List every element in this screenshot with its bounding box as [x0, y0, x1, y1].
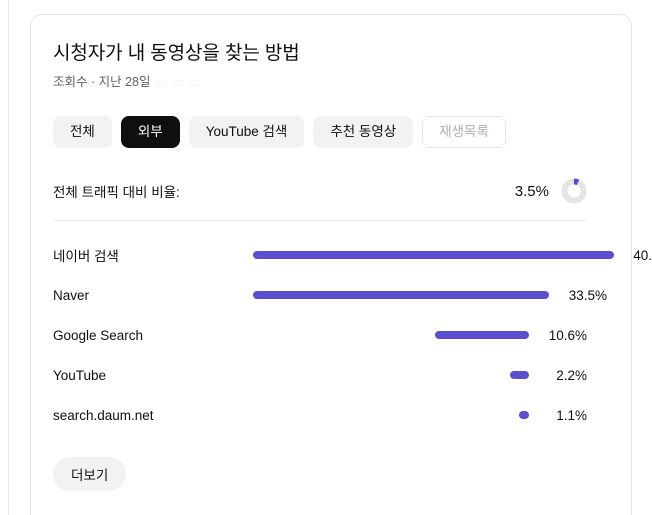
traffic-source-label: YouTube	[53, 367, 107, 383]
traffic-source-label: Google Search	[53, 327, 144, 343]
traffic-source-row: 네이버 검색 40.8%	[53, 235, 652, 275]
traffic-source-label: search.daum.net	[53, 407, 154, 423]
card-content: 시청자가 내 동영상을 찾는 방법 조회수 · 지난 28일 ▭ ▭ ▭ 전체 …	[31, 15, 652, 491]
traffic-source-percent: 1.1%	[556, 407, 587, 423]
chip-playlists: 재생목록	[422, 116, 506, 148]
page-gutter-line	[8, 0, 9, 515]
traffic-source-label: 네이버 검색	[53, 249, 119, 264]
total-traffic-row: 전체 트래픽 대비 비율: 3.5%	[53, 178, 609, 204]
card-subtitle-text: 조회수 · 지난 28일	[53, 75, 151, 89]
filter-chip-row: 전체 외부 YouTube 검색 추천 동영상 재생목록	[53, 116, 609, 148]
total-traffic-label: 전체 트래픽 대비 비율:	[53, 185, 180, 200]
chip-external[interactable]: 외부	[120, 116, 180, 148]
card-subtitle: 조회수 · 지난 28일 ▭ ▭ ▭	[53, 74, 609, 90]
traffic-source-row: Google Search 10.6%	[53, 315, 587, 355]
traffic-source-bar	[253, 291, 550, 299]
traffic-source-percent: 33.5%	[568, 287, 608, 303]
traffic-source-percent: 40.8%	[633, 247, 652, 263]
traffic-source-card: 시청자가 내 동영상을 찾는 방법 조회수 · 지난 28일 ▭ ▭ ▭ 전체 …	[30, 14, 652, 515]
traffic-source-row: Naver 33.5%	[53, 275, 607, 315]
card-footer: 더보기	[53, 457, 609, 491]
traffic-source-percent: 10.6%	[548, 327, 587, 343]
traffic-source-bar	[435, 331, 529, 339]
chip-suggested-videos[interactable]: 추천 동영상	[313, 116, 414, 148]
chip-all[interactable]: 전체	[53, 116, 112, 148]
traffic-source-bar	[253, 251, 614, 259]
page-title: 시청자가 내 동영상을 찾는 방법	[53, 43, 300, 64]
traffic-source-bar-track	[253, 411, 539, 419]
donut-chart-icon	[561, 178, 587, 204]
traffic-source-bar-track	[253, 291, 559, 299]
traffic-source-row: search.daum.net 1.1%	[53, 395, 587, 435]
card-subtitle-placeholder: ▭ ▭ ▭	[153, 75, 202, 89]
traffic-source-list: 네이버 검색 40.8% Naver 33.5% Google Search 10.6% Y…	[53, 235, 652, 435]
chip-youtube-search[interactable]: YouTube 검색	[188, 116, 305, 148]
traffic-source-bar-track	[253, 371, 539, 379]
traffic-source-bar-track	[253, 331, 539, 339]
show-more-button[interactable]: 더보기	[53, 457, 127, 491]
total-traffic-value: 3.5%	[514, 182, 549, 200]
traffic-source-bar	[519, 411, 529, 419]
traffic-source-label: Naver	[53, 287, 90, 303]
traffic-source-bar-track	[253, 251, 624, 259]
section-divider	[53, 220, 587, 221]
traffic-source-row: YouTube 2.2%	[53, 355, 587, 395]
traffic-source-percent: 2.2%	[556, 367, 587, 383]
traffic-source-bar	[509, 371, 529, 379]
page-root: 시청자가 내 동영상을 찾는 방법 조회수 · 지난 28일 ▭ ▭ ▭ 전체 …	[0, 0, 652, 515]
